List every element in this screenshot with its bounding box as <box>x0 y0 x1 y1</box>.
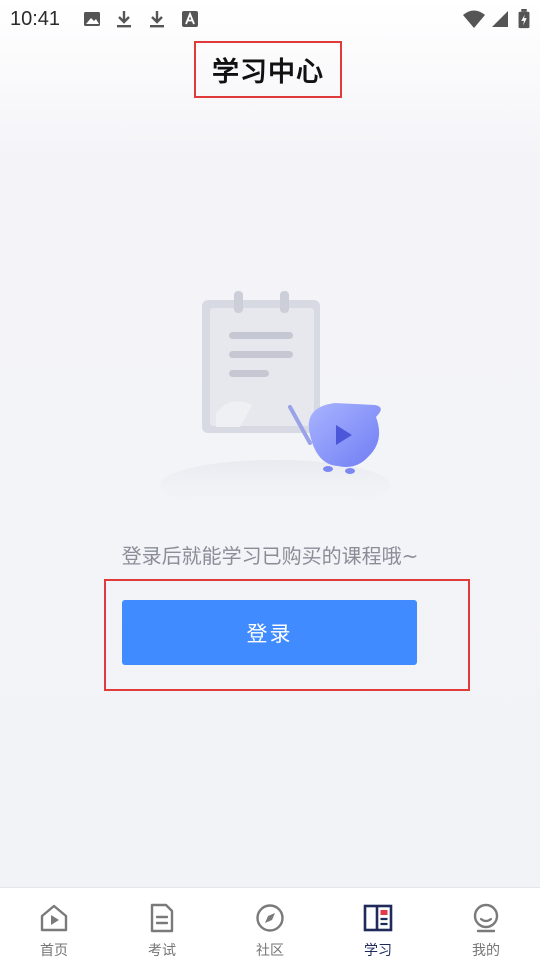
study-icon <box>363 904 393 932</box>
nav-label-exam: 考试 <box>148 943 176 959</box>
login-button[interactable]: 登录 <box>122 600 417 665</box>
a-icon <box>182 11 198 27</box>
compass-icon <box>256 904 284 932</box>
empty-state-illustration <box>160 291 390 505</box>
nav-label-community: 社区 <box>256 943 284 959</box>
image-icon <box>84 12 100 26</box>
home-icon <box>40 904 68 932</box>
nav-item-community[interactable]: 社区 <box>216 888 324 961</box>
nav-label-profile: 我的 <box>472 943 500 959</box>
status-time: 10:41 <box>10 8 61 30</box>
status-bar: 10:41 <box>0 0 540 38</box>
exam-icon <box>150 903 174 933</box>
signal-icon <box>492 11 508 27</box>
battery-icon <box>518 9 530 29</box>
nav-item-exam[interactable]: 考试 <box>108 888 216 961</box>
title-highlight: 学习中心 <box>194 41 342 98</box>
page-title: 学习中心 <box>212 57 324 88</box>
nav-label-home: 首页 <box>40 943 68 959</box>
profile-icon <box>473 903 499 933</box>
nav-item-profile[interactable]: 我的 <box>432 888 540 961</box>
bottom-nav: 首页 考试 社区 学习 我的 <box>0 887 540 961</box>
download-icon <box>150 11 164 28</box>
nav-item-study[interactable]: 学习 <box>324 888 432 961</box>
empty-state-message: 登录后就能学习已购买的课程哦~ <box>121 544 419 568</box>
nav-item-home[interactable]: 首页 <box>0 888 108 961</box>
wifi-icon <box>463 10 485 28</box>
download-icon <box>117 11 131 28</box>
nav-label-study: 学习 <box>364 943 392 959</box>
